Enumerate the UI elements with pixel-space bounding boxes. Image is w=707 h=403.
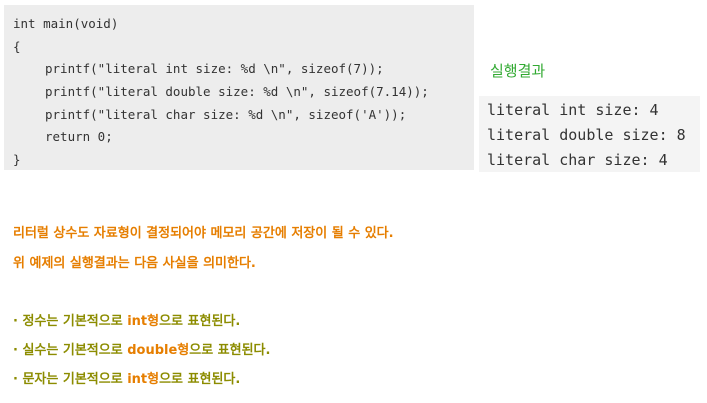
- bullet-prefix: · 문자는 기본적으로: [13, 372, 128, 387]
- bullet-item: · 문자는 기본적으로 int형으로 표현된다.: [13, 368, 240, 387]
- code-line: int main(void): [13, 16, 119, 31]
- bullet-suffix: 으로 표현된다.: [159, 314, 241, 329]
- bullet-type: double형: [127, 343, 190, 358]
- bullet-item: · 실수는 기본적으로 double형으로 표현된다.: [13, 339, 270, 358]
- bullet-prefix: · 정수는 기본적으로: [13, 314, 128, 329]
- code-line: printf("literal int size: %d \n", sizeof…: [45, 61, 384, 77]
- output-block: literal int size: 4 literal double size:…: [479, 96, 700, 172]
- output-line: literal char size: 4: [487, 151, 668, 169]
- bullet-suffix: 으로 표현된다.: [159, 372, 241, 387]
- output-line: literal int size: 4: [487, 101, 659, 119]
- code-line: }: [13, 152, 21, 168]
- description-line: 위 예제의 실행결과는 다음 사실을 의미한다.: [13, 256, 256, 271]
- code-line: printf("literal char size: %d \n", sizeo…: [45, 106, 407, 122]
- bullet-type: int형: [127, 314, 160, 329]
- bullet-suffix: 으로 표현된다.: [189, 343, 271, 358]
- bullet-prefix: · 실수는 기본적으로: [13, 343, 128, 358]
- code-line: printf("literal double size: %d \n", siz…: [45, 84, 429, 100]
- code-block: int main(void) { printf("literal int siz…: [4, 5, 474, 170]
- code-line: {: [13, 38, 21, 54]
- bullet-item: · 정수는 기본적으로 int형으로 표현된다.: [13, 310, 240, 329]
- bullet-type: int형: [127, 372, 160, 387]
- result-label: 실행결과: [490, 62, 546, 80]
- output-line: literal double size: 8: [487, 126, 686, 144]
- description-line: 리터럴 상수도 자료형이 결정되어야 메모리 공간에 저장이 될 수 있다.: [13, 226, 394, 241]
- code-line: return 0;: [45, 129, 113, 145]
